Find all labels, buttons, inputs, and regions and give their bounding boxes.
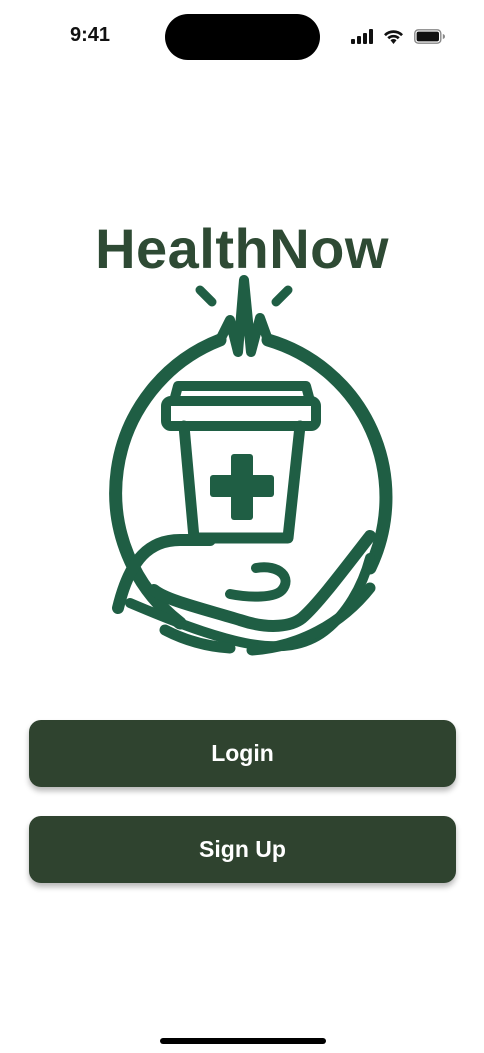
- login-button[interactable]: Login: [29, 720, 456, 787]
- status-icons: [351, 27, 446, 45]
- wifi-icon: [384, 29, 403, 44]
- cellular-signal-icon: [351, 28, 373, 44]
- battery-icon: [414, 28, 445, 44]
- dynamic-island: [165, 14, 320, 60]
- health-cup-hand-logo: [109, 275, 393, 656]
- status-bar: 9:41: [0, 0, 484, 72]
- signup-button[interactable]: Sign Up: [29, 816, 456, 883]
- status-time: 9:41: [69, 24, 111, 46]
- home-indicator[interactable]: [160, 1038, 326, 1044]
